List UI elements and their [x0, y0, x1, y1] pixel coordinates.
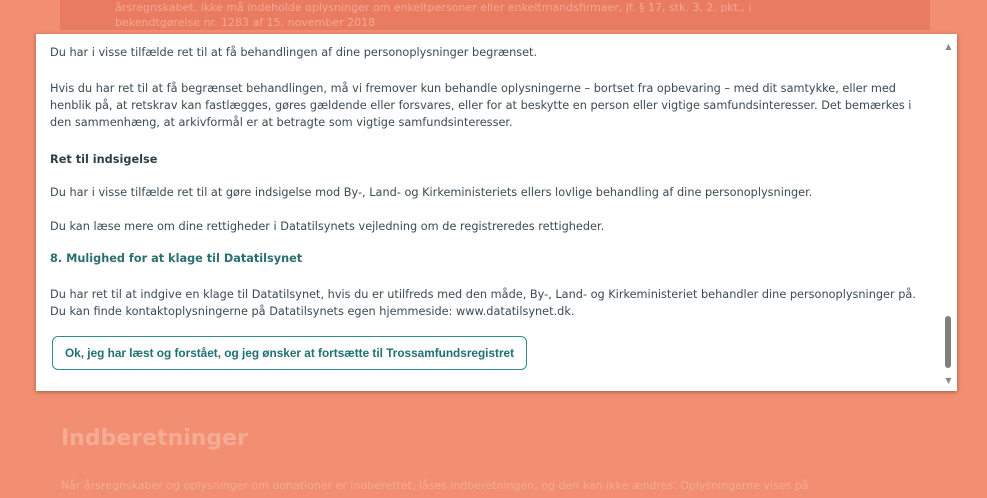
arrow-down-icon[interactable]: ▼	[944, 376, 953, 385]
paragraph-restrict-right: Du har i visse tilfælde ret til at få be…	[50, 46, 538, 59]
paragraph-restrict-detail: Hvis du har ret til at få begrænset beha…	[50, 82, 912, 129]
modal-scrollbar[interactable]: ▲ ▼	[940, 34, 957, 391]
background-paragraph: Når årsregnskaber og oplysninger om dona…	[61, 479, 809, 492]
paragraph-objection: Du har i visse tilfælde ret til at gøre …	[50, 186, 813, 199]
paragraph-read-more: Du kan læse mere om dine rettigheder i D…	[50, 220, 605, 233]
arrow-up-icon[interactable]: ▲	[944, 42, 953, 51]
heading-complaint: 8. Mulighed for at klage til Datatilsyne…	[50, 252, 303, 265]
scrollbar-thumb[interactable]	[945, 316, 951, 368]
privacy-modal: Du har i visse tilfælde ret til at få be…	[36, 34, 957, 391]
paragraph-complaint: Du har ret til at indgive en klage til D…	[50, 288, 916, 318]
heading-objection: Ret til indsigelse	[50, 153, 158, 166]
background-info-line-2: bekendtgørelse nr. 1283 af 15. november …	[115, 16, 376, 29]
background-info-text: årsregnskabet, ikke må indeholde oplysni…	[115, 0, 915, 30]
background-heading: Indberetninger	[61, 426, 248, 451]
confirm-continue-button[interactable]: Ok, jeg har læst og forstået, og jeg øns…	[52, 336, 528, 370]
background-info-line-1: årsregnskabet, ikke må indeholde oplysni…	[115, 1, 752, 14]
